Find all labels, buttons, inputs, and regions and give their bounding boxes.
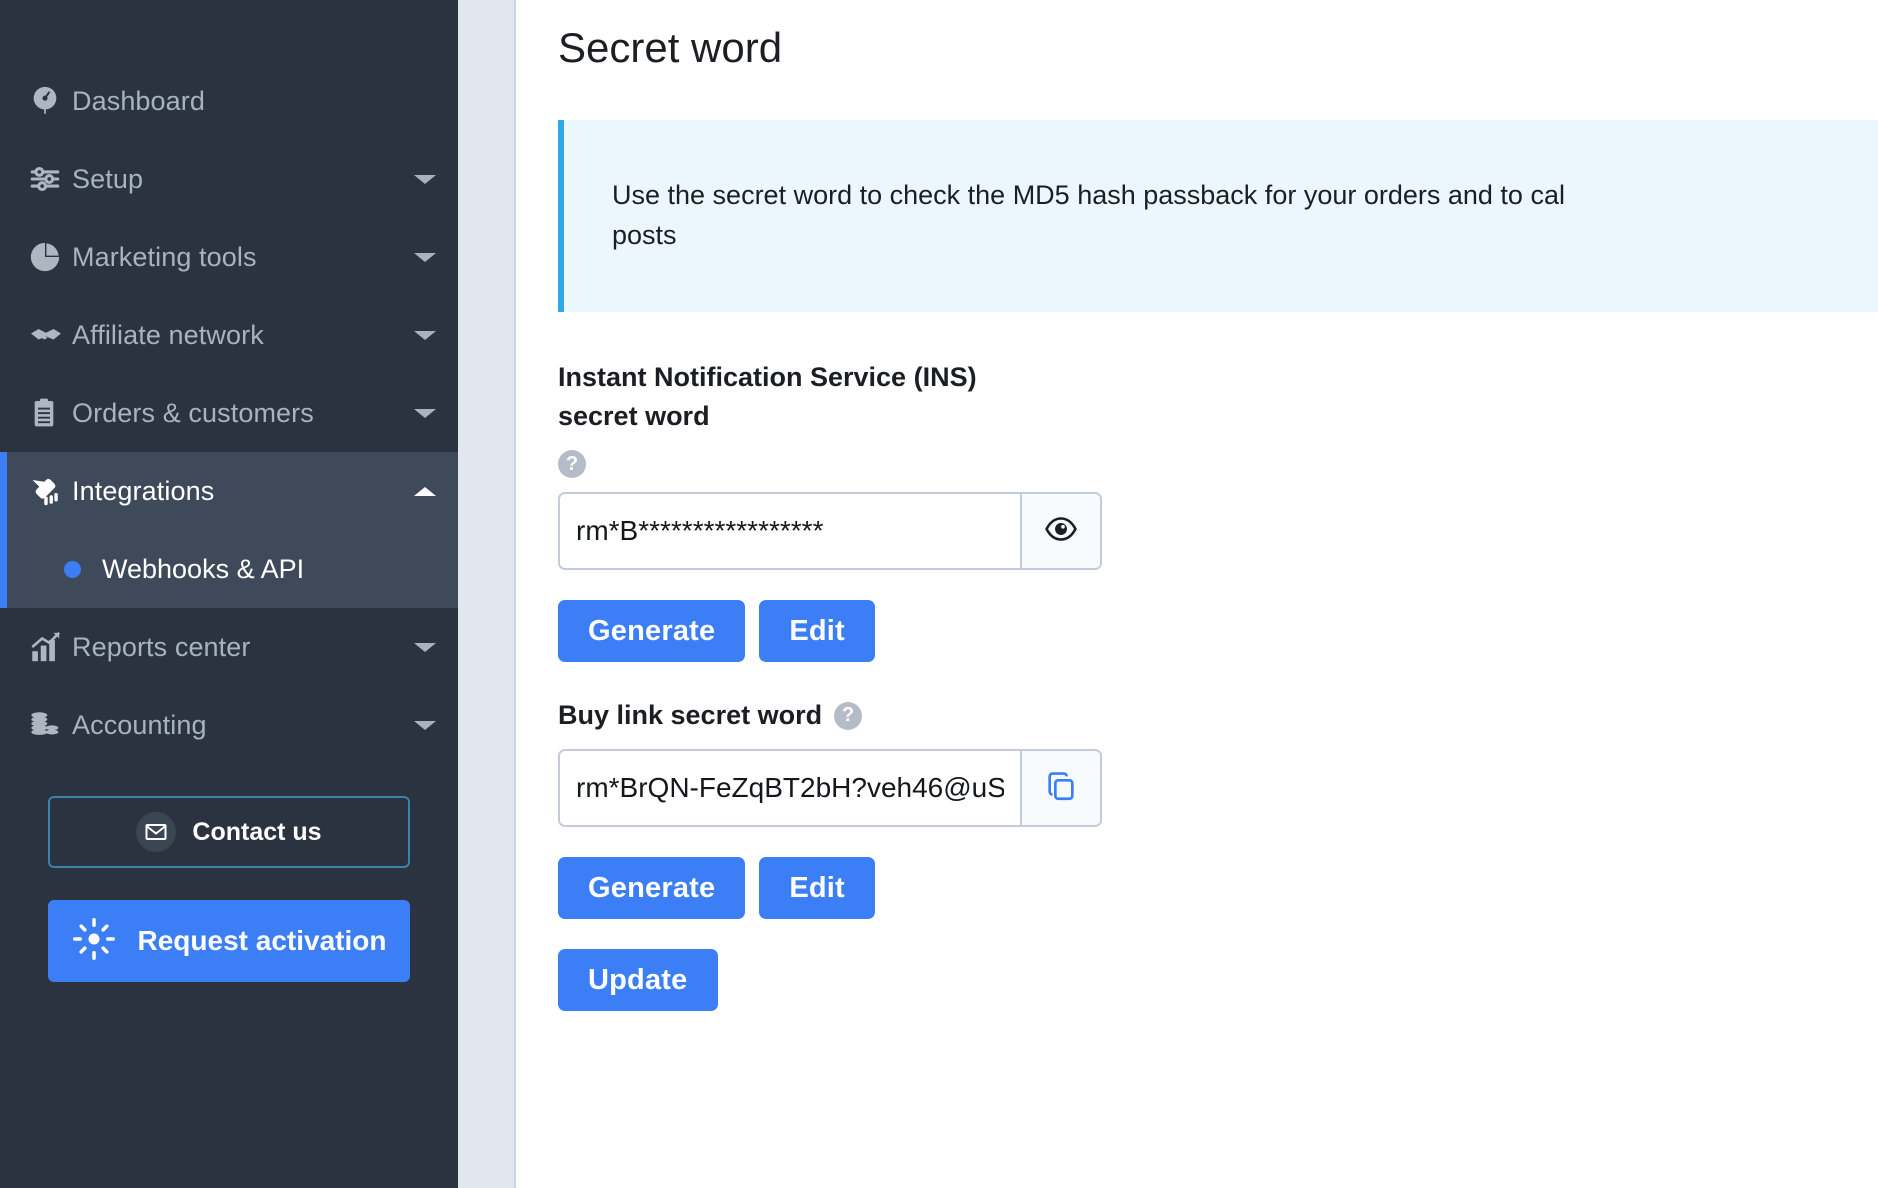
chevron-up-icon[interactable] (414, 486, 436, 496)
handshake-icon (28, 317, 72, 353)
sun-burst-icon (72, 917, 116, 966)
sidebar-item-label: Integrations (72, 475, 215, 506)
info-banner-line1: Use the secret word to check the MD5 has… (612, 180, 1565, 210)
coins-icon (28, 708, 72, 742)
content-gutter (458, 0, 516, 1188)
ins-help-row: ? (558, 450, 1878, 479)
request-activation-label: Request activation (137, 925, 387, 956)
toggle-visibility-button[interactable] (1020, 494, 1100, 569)
contact-us-label: Contact us (192, 817, 322, 846)
sidebar-item-setup[interactable]: Setup (0, 140, 458, 218)
pie-chart-icon (28, 240, 72, 274)
sidebar-item-label: Marketing tools (72, 241, 257, 272)
sidebar-item-label: Setup (72, 163, 144, 194)
copy-icon (1044, 769, 1078, 808)
chart-growth-icon (28, 630, 72, 664)
sidebar-item-label: Dashboard (72, 85, 205, 116)
sidebar-group-dashboard: Dashboard (0, 62, 458, 140)
main-content: Secret word Use the secret word to check… (516, 0, 1878, 1188)
sidebar-item-reports-center[interactable]: Reports center (0, 608, 458, 686)
buy-link-edit-button[interactable]: Edit (759, 857, 875, 920)
sidebar-group-accounting: Accounting (0, 686, 458, 764)
buy-link-generate-button[interactable]: Generate (558, 857, 746, 920)
sidebar-item-orders-customers[interactable]: Orders & customers (0, 374, 458, 452)
question-mark-icon[interactable]: ? (834, 701, 863, 730)
sidebar-item-integrations[interactable]: Integrations (0, 452, 458, 530)
sidebar-item-label: Accounting (72, 709, 207, 740)
info-banner-line2: posts (612, 219, 677, 250)
sidebar-group-orders-customers: Orders & customers (0, 374, 458, 452)
contact-us-button[interactable]: Contact us (48, 796, 410, 868)
sidebar-group-marketing-tools: Marketing tools (0, 218, 458, 296)
plug-icon (28, 474, 72, 508)
sidebar-group-integrations: Integrations Webhooks & API (0, 452, 458, 608)
chevron-down-icon[interactable] (414, 642, 436, 652)
buy-link-secret-word-input[interactable] (560, 751, 1020, 826)
request-activation-button[interactable]: Request activation (48, 900, 410, 982)
sidebar-group-reports-center: Reports center (0, 608, 458, 686)
update-button[interactable]: Update (558, 949, 718, 1012)
info-banner: Use the secret word to check the MD5 has… (558, 120, 1878, 312)
sliders-icon (28, 162, 72, 196)
chevron-down-icon[interactable] (414, 174, 436, 184)
buy-link-secret-word-input-group (558, 749, 1102, 828)
sidebar-group-setup: Setup (0, 140, 458, 218)
ins-generate-button[interactable]: Generate (558, 600, 746, 663)
sidebar-item-affiliate-network[interactable]: Affiliate network (0, 296, 458, 374)
buy-link-secret-word-label: Buy link secret word (558, 700, 823, 731)
sidebar-nav: Dashboard Setup Marketing tools Affiliat… (0, 0, 458, 764)
ins-secret-word-input[interactable] (560, 494, 1020, 569)
chevron-down-icon[interactable] (414, 330, 436, 340)
sidebar: Dashboard Setup Marketing tools Affiliat… (0, 0, 458, 1188)
app-root: Dashboard Setup Marketing tools Affiliat… (0, 0, 1878, 1188)
chevron-down-icon[interactable] (414, 720, 436, 730)
sidebar-item-marketing-tools[interactable]: Marketing tools (0, 218, 458, 296)
sidebar-subitem-label: Webhooks & API (102, 553, 305, 584)
sidebar-group-affiliate-network: Affiliate network (0, 296, 458, 374)
active-dot-icon (64, 560, 81, 578)
sidebar-actions: Contact us Request activation (0, 764, 458, 982)
eye-icon (1044, 512, 1078, 551)
envelope-icon (136, 812, 177, 852)
sidebar-item-accounting[interactable]: Accounting (0, 686, 458, 764)
sidebar-item-webhooks-api[interactable]: Webhooks & API (0, 530, 458, 608)
sidebar-item-label: Affiliate network (72, 319, 264, 350)
sidebar-item-dashboard[interactable]: Dashboard (0, 62, 458, 140)
ins-button-row: Generate Edit (558, 600, 1878, 663)
ins-secret-word-input-group (558, 492, 1102, 571)
copy-to-clipboard-button[interactable] (1020, 751, 1100, 826)
buy-link-secret-word-label-row: Buy link secret word ? (558, 696, 1878, 735)
update-button-row: Update (558, 949, 1878, 1012)
gauge-icon (28, 84, 72, 118)
question-mark-icon[interactable]: ? (558, 450, 586, 479)
buy-link-button-row: Generate Edit (558, 857, 1878, 920)
page-title: Secret word (558, 24, 783, 71)
clipboard-icon (28, 397, 72, 429)
ins-edit-button[interactable]: Edit (759, 600, 875, 663)
sidebar-item-label: Orders & customers (72, 397, 314, 428)
chevron-down-icon[interactable] (414, 408, 436, 418)
chevron-down-icon[interactable] (414, 252, 436, 262)
sidebar-item-label: Reports center (72, 631, 251, 662)
ins-secret-word-label: Instant Notification Service (INS) secre… (558, 361, 977, 432)
